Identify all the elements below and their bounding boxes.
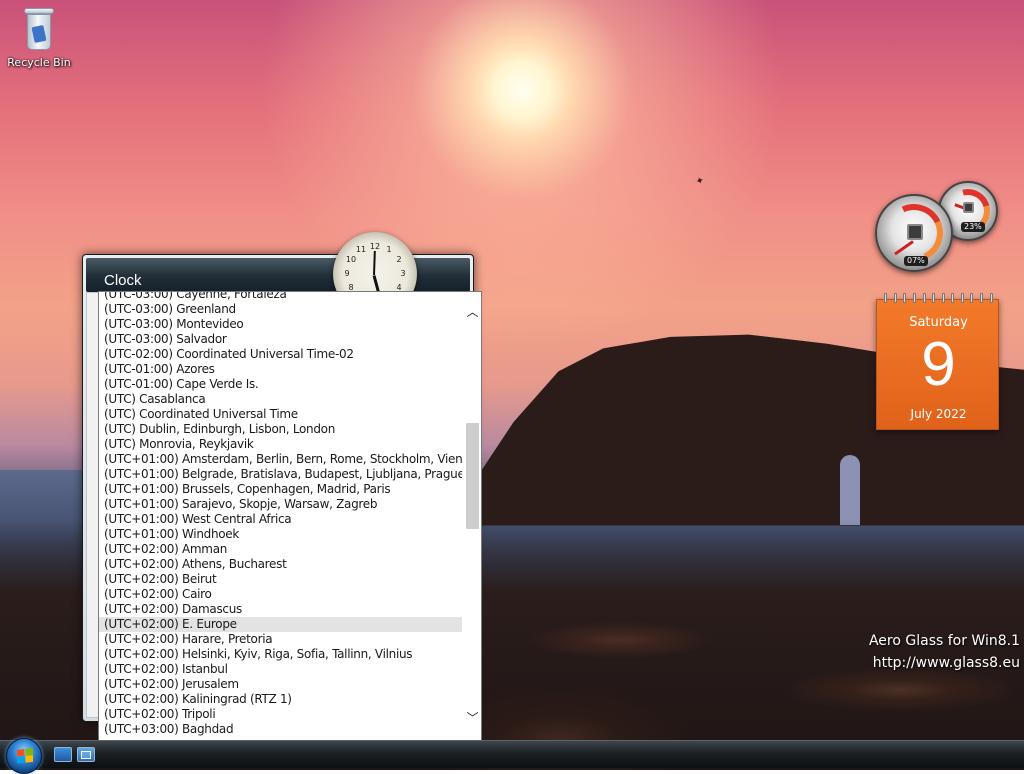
watermark-url: http://www.glass8.eu [872, 655, 1020, 671]
clock-numeral: 2 [396, 255, 402, 264]
time-zone-option[interactable]: (UTC+01:00) West Central Africa [99, 512, 462, 527]
time-zone-option[interactable]: (UTC+02:00) Beirut [99, 572, 462, 587]
minute-hand-icon [373, 250, 376, 276]
calendar-weekday: Saturday [909, 315, 968, 330]
time-zone-option[interactable]: (UTC-03:00) Montevideo [99, 317, 462, 332]
scroll-down-chevron-icon[interactable]: ﹀ [464, 710, 481, 727]
recycle-bin-label: Recycle Bin [7, 56, 71, 69]
cpu-chip-icon [907, 224, 923, 240]
scroll-up-chevron-icon[interactable]: ︿ [464, 304, 481, 321]
list-scrollbar[interactable]: ︿ ﹀ [464, 292, 481, 741]
time-zone-dropdown-list[interactable]: (UTC-03:00) Cayenne, Fortaleza (UTC-03:00… [98, 291, 482, 742]
time-zone-option[interactable]: (UTC+02:00) Harare, Pretoria [99, 632, 462, 647]
aero-glass-watermark: Aero Glass for Win8.1 http://www.glass8.… [869, 630, 1020, 674]
clock-numeral: 1 [386, 245, 392, 254]
time-zone-option[interactable]: (UTC+02:00) Damascus [99, 602, 462, 617]
scrollbar-thumb[interactable] [466, 423, 479, 529]
time-zone-option[interactable]: (UTC+02:00) Amman [99, 542, 462, 557]
clock-numeral: 12 [369, 242, 381, 251]
wallpaper-arch [840, 455, 860, 525]
time-zone-option[interactable]: (UTC-03:00) Salvador [99, 332, 462, 347]
time-zone-option-selected[interactable]: (UTC+02:00) E. Europe [99, 617, 462, 632]
time-zone-option[interactable]: (UTC+01:00) Windhoek [99, 527, 462, 542]
time-zone-option[interactable]: (UTC+02:00) Tripoli [99, 707, 462, 722]
recycle-bin-icon [24, 8, 54, 50]
time-zone-option[interactable]: (UTC-01:00) Cape Verde Is. [99, 377, 462, 392]
time-zone-option[interactable]: (UTC) Casablanca [99, 392, 462, 407]
time-zone-option[interactable]: (UTC+02:00) Kaliningrad (RTZ 1) [99, 692, 462, 707]
time-zone-option[interactable]: (UTC+02:00) Cairo [99, 587, 462, 602]
time-zone-option[interactable]: (UTC) Monrovia, Reykjavik [99, 437, 462, 452]
time-zone-option[interactable]: (UTC+01:00) Brussels, Copenhagen, Madrid… [99, 482, 462, 497]
clock-numeral: 10 [345, 255, 357, 264]
clock-numeral: 3 [400, 269, 406, 278]
watermark-title: Aero Glass for Win8.1 [868, 633, 1020, 649]
memory-chip-icon [963, 202, 974, 213]
taskbar [0, 740, 1024, 768]
clock-numeral: 9 [344, 269, 350, 278]
calendar-rings-icon [877, 293, 1000, 303]
time-zone-option[interactable]: (UTC+01:00) Belgrade, Bratislava, Budape… [99, 467, 462, 482]
time-zone-option[interactable]: (UTC+02:00) Jerusalem [99, 677, 462, 692]
time-zone-options: (UTC-03:00) Cayenne, Fortaleza (UTC-03:00… [99, 292, 462, 737]
time-zone-option[interactable]: (UTC) Dublin, Edinburgh, Lisbon, London [99, 422, 462, 437]
windows-logo-icon [17, 748, 33, 764]
cpu-percent: 07% [904, 256, 928, 266]
switch-windows-icon[interactable] [77, 747, 95, 762]
time-zone-option[interactable]: (UTC+03:00) Baghdad [99, 722, 462, 737]
window-title: Clock [104, 272, 142, 289]
cpu-meter-gadget[interactable]: 07% [875, 194, 953, 272]
calendar-month-year: July 2022 [910, 407, 967, 421]
calendar-gadget[interactable]: Saturday 9 July 2022 [876, 293, 999, 430]
start-button[interactable] [6, 738, 42, 774]
time-zone-option[interactable]: (UTC+01:00) Sarajevo, Skopje, Warsaw, Za… [99, 497, 462, 512]
time-zone-option[interactable]: (UTC-02:00) Coordinated Universal Time-0… [99, 347, 462, 362]
time-zone-option[interactable]: (UTC-01:00) Azores [99, 362, 462, 377]
time-zone-option[interactable]: (UTC-03:00) Cayenne, Fortaleza [99, 292, 462, 302]
show-desktop-icon[interactable] [54, 747, 72, 762]
time-zone-option[interactable]: (UTC+02:00) Athens, Bucharest [99, 557, 462, 572]
memory-percent: 23% [961, 222, 985, 232]
time-zone-option[interactable]: (UTC) Coordinated Universal Time [99, 407, 462, 422]
calendar-day-number: 9 [921, 330, 956, 399]
clock-numeral: 11 [355, 245, 367, 254]
time-zone-option[interactable]: (UTC+02:00) Helsinki, Kyiv, Riga, Sofia,… [99, 647, 462, 662]
time-zone-option[interactable]: (UTC+01:00) Amsterdam, Berlin, Bern, Rom… [99, 452, 462, 467]
time-zone-option[interactable]: (UTC-03:00) Greenland [99, 302, 462, 317]
recycle-bin-shortcut[interactable]: Recycle Bin [4, 8, 74, 69]
time-zone-option[interactable]: (UTC+02:00) Istanbul [99, 662, 462, 677]
